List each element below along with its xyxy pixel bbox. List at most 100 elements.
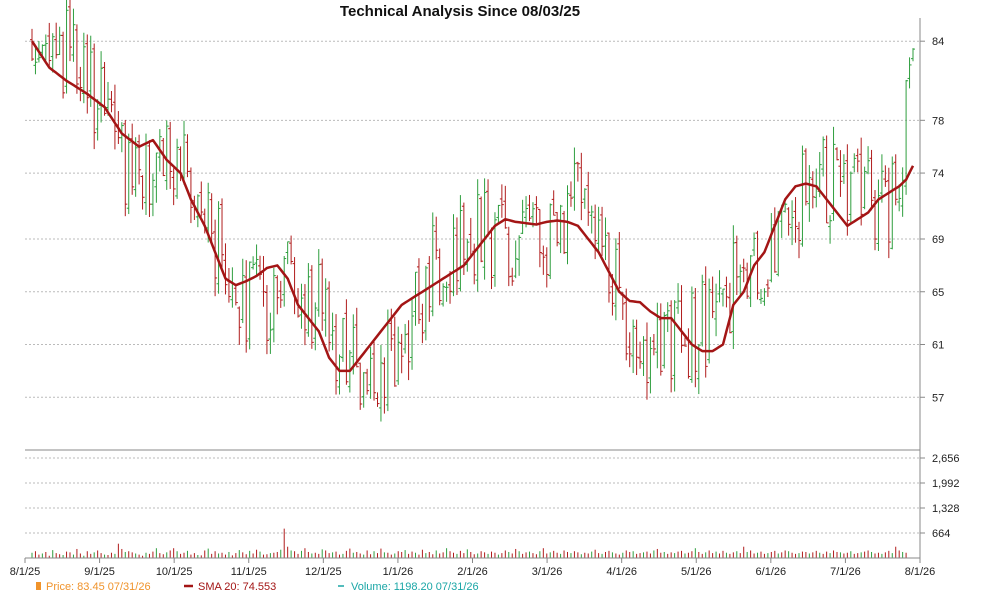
grid-layer [25,40,920,534]
price-bar [406,320,411,381]
price-bar [579,152,584,221]
price-bar [492,212,497,287]
x-tick-label: 10/1/25 [156,566,193,578]
x-tick-label: 9/1/25 [84,566,115,578]
price-bar [144,133,149,215]
price-bar [807,165,812,222]
price-bar [199,181,204,217]
price-bar [54,22,59,59]
x-tick-label: 6/1/26 [756,566,787,578]
price-bar [572,147,577,211]
price-bar [575,161,580,182]
price-bar [458,195,463,292]
price-bar [454,217,459,296]
price-bar [282,255,287,307]
price-bar [876,179,881,251]
price-tick-label: 57 [932,392,944,404]
price-bar [669,300,674,393]
price-bar [251,256,256,270]
price-bar [119,122,124,153]
technical-analysis-chart: Technical Analysis Since 08/03/25 57 61 65… [10,0,960,593]
price-bar [43,34,48,61]
price-bar [164,120,169,190]
price-bar [399,333,404,374]
price-bar [672,300,677,392]
price-tick-label: 84 [932,36,944,48]
price-bar [396,326,401,385]
chart-root: Technical Analysis Since 08/03/25 57 61 65… [0,0,1000,600]
price-bar [627,332,632,368]
price-bar [185,134,190,178]
price-bar [340,317,345,362]
price-bar [658,303,663,376]
price-bar [513,240,518,279]
price-bar [655,302,660,369]
price-bar [793,197,798,243]
price-bar [769,213,774,283]
price-bar [489,227,494,290]
price-bar [264,285,269,355]
price-bar [240,258,245,324]
price-bar [734,235,739,296]
price-bar [558,204,563,254]
price-bar [544,247,549,288]
price-tick-label: 61 [932,340,944,352]
price-bar [589,205,594,234]
price-bar [465,238,470,272]
price-bar [600,206,605,256]
price-bar [168,121,173,189]
price-bar [676,283,681,314]
price-bar [361,372,366,408]
price-bar [634,319,639,376]
price-bar [441,283,446,307]
chart-title: Technical Analysis Since 08/03/25 [340,3,580,20]
price-bar [555,212,560,247]
price-bar [527,194,532,222]
price-bar [334,314,339,395]
price-bar [848,171,853,225]
price-bar [752,232,757,257]
price-bar [834,147,839,161]
price-bar [320,258,325,331]
price-bar [99,51,104,123]
x-tick-label: 5/1/26 [681,566,712,578]
x-tick-label: 7/1/26 [830,566,861,578]
price-tick-label: 69 [932,234,944,246]
price-bar [275,275,280,315]
price-bar [869,149,874,211]
price-bar [883,165,888,187]
price-bar [772,207,777,273]
price-bar [475,179,480,292]
price-bar [150,173,155,217]
price-bar [413,271,418,326]
price-bar [886,167,891,259]
price-bar [499,184,504,218]
price-bar [430,212,435,317]
price-bar [541,245,546,275]
x-tick-label: 8/1/26 [905,566,936,578]
price-bar [900,167,905,217]
price-bar [140,175,145,210]
price-bar [47,22,52,66]
price-bar [790,200,795,246]
price-legend-marker [36,582,41,590]
price-bar [420,303,425,344]
price-tick-label: 78 [932,115,944,127]
price-bar [71,8,76,62]
price-bar [292,257,297,315]
price-bar [434,216,439,260]
price-bar [562,210,567,255]
price-bar [171,168,176,206]
price-bar [866,146,871,175]
x-tick-label: 3/1/26 [532,566,563,578]
price-bar [641,336,646,377]
volume-tick-label: 1,328 [932,503,960,515]
price-bar [613,238,618,321]
legend: Price: 83.45 07/31/26 SMA 20: 74.553 Vol… [36,581,479,593]
price-bar [230,267,235,308]
price-bar [821,136,826,177]
volume-legend-text: Volume: 1198.20 07/31/26 [351,581,479,593]
price-bar [582,188,587,209]
price-bar [731,225,736,350]
x-tick-label: 4/1/26 [606,566,637,578]
